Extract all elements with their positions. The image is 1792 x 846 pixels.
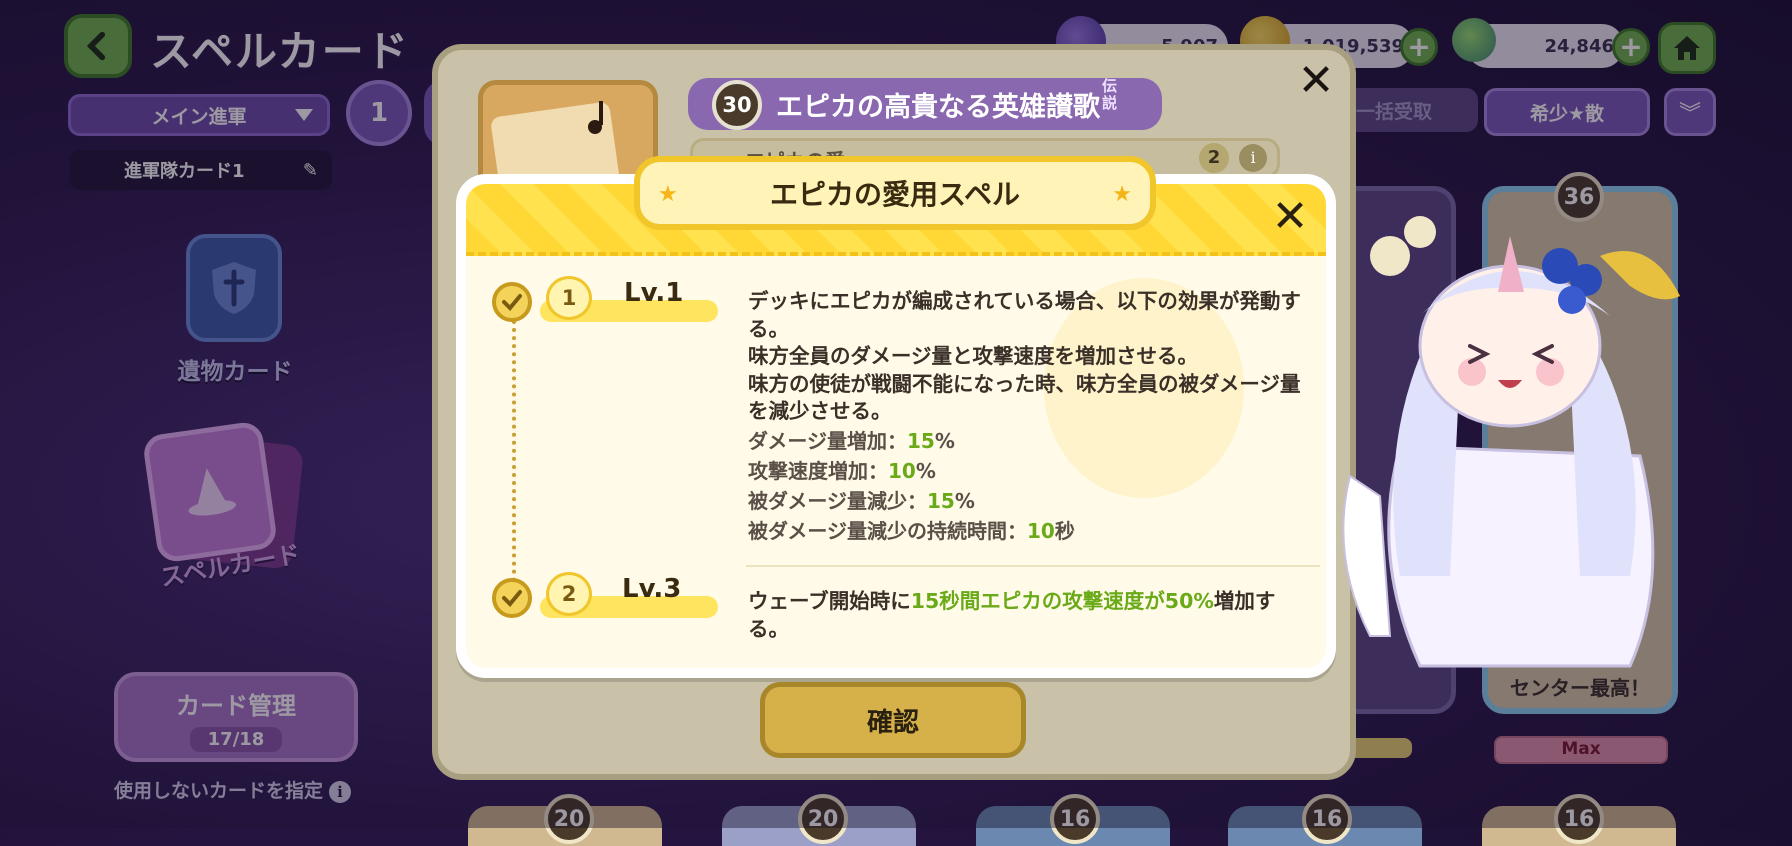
close-icon[interactable]: ✕	[1292, 55, 1340, 106]
popup-title-tab: ★ エピカの愛用スペル ★	[634, 156, 1156, 230]
stat-row: 攻撃速度増加：10%	[748, 456, 1308, 486]
level-label: Lv.3	[622, 574, 682, 604]
star-icon: ★	[658, 182, 678, 207]
stat-name: ダメージ量増加：	[748, 429, 907, 453]
stat-value: 10	[1027, 519, 1055, 543]
stat-unit: 秒	[1054, 519, 1075, 543]
level-connector	[512, 320, 516, 582]
stat-row: 被ダメージ量減少：15%	[748, 486, 1308, 516]
close-icon[interactable]: ✕	[1264, 190, 1316, 242]
stat-name: 被ダメージ量減少：	[748, 489, 927, 513]
level-3-description: ウェーブ開始時に15秒間エピカの攻撃速度が50%増加する。	[748, 588, 1308, 643]
info-icon[interactable]: i	[1239, 144, 1267, 172]
stat-unit: %	[954, 489, 975, 513]
level-divider	[746, 565, 1320, 567]
stat-name: 攻撃速度増加：	[748, 459, 888, 483]
stat-value: 10	[888, 459, 916, 483]
desc-highlight: 15秒間エピカの攻撃速度が50%	[910, 589, 1214, 613]
checkmark-icon	[492, 578, 532, 618]
level-1-description: デッキにエピカが編成されている場合、以下の効果が発動する。 味方全員のダメージ量…	[748, 289, 1301, 423]
stat-name: 被ダメージ量減少の持続時間：	[748, 519, 1027, 543]
rarity-badge: 伝説	[1102, 77, 1118, 112]
stat-value: 15	[927, 489, 955, 513]
subrow-count: 2	[1199, 143, 1229, 173]
level-label: Lv.1	[624, 278, 684, 308]
stat-unit: %	[934, 429, 955, 453]
confirm-button[interactable]: 確認	[760, 682, 1026, 758]
stat-unit: %	[915, 459, 936, 483]
popup-title: エピカの愛用スペル	[769, 178, 1021, 211]
star-icon: ★	[1112, 182, 1132, 207]
stat-row: 被ダメージ量減少の持続時間：10秒	[748, 516, 1308, 546]
card-detail-title-text: エピカの高貴なる英雄讃歌	[776, 91, 1100, 123]
stat-row: ダメージ量増加：15%	[748, 426, 1308, 456]
stat-value: 15	[907, 429, 935, 453]
desc-prefix: ウェーブ開始時に	[748, 589, 911, 613]
character-illustration	[1342, 216, 1680, 668]
level-step-badge: 2	[546, 572, 592, 616]
level-1-stats: ダメージ量増加：15% 攻撃速度増加：10% 被ダメージ量減少：15% 被ダメー…	[748, 426, 1308, 546]
level-step-badge: 1	[546, 276, 592, 320]
checkmark-icon	[492, 282, 532, 322]
card-detail-level: 30	[712, 80, 762, 130]
